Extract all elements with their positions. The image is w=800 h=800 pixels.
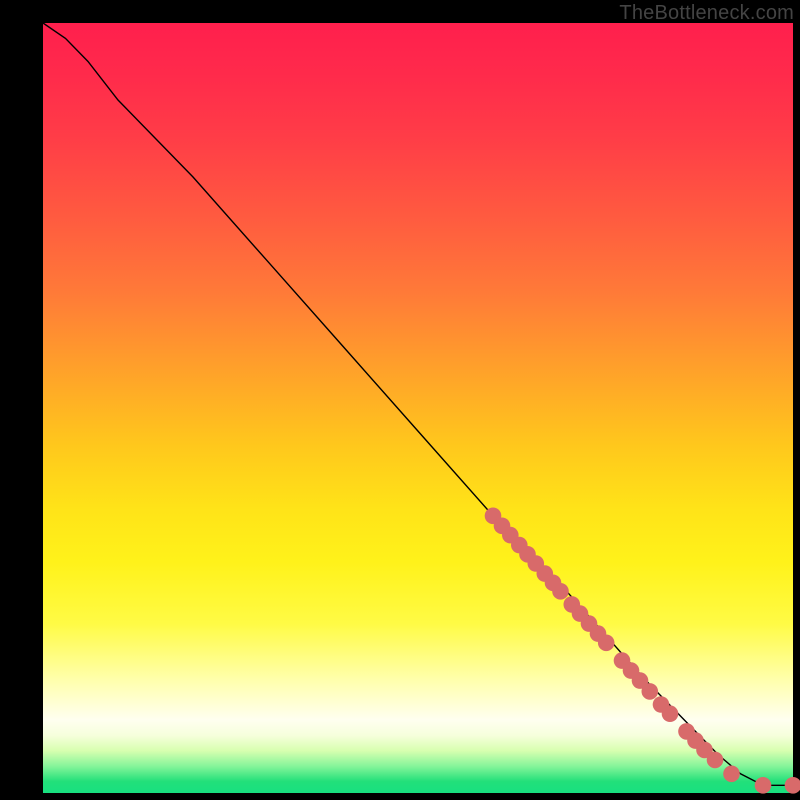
- data-marker: [598, 635, 615, 652]
- data-marker: [552, 583, 569, 600]
- data-marker: [755, 777, 772, 794]
- data-marker: [642, 683, 659, 700]
- data-marker: [707, 752, 724, 769]
- data-marker: [723, 766, 740, 783]
- watermark-label: TheBottleneck.com: [619, 2, 794, 25]
- data-marker: [662, 705, 679, 722]
- chart-svg: [0, 0, 800, 800]
- chart-frame: TheBottleneck.com: [0, 0, 800, 800]
